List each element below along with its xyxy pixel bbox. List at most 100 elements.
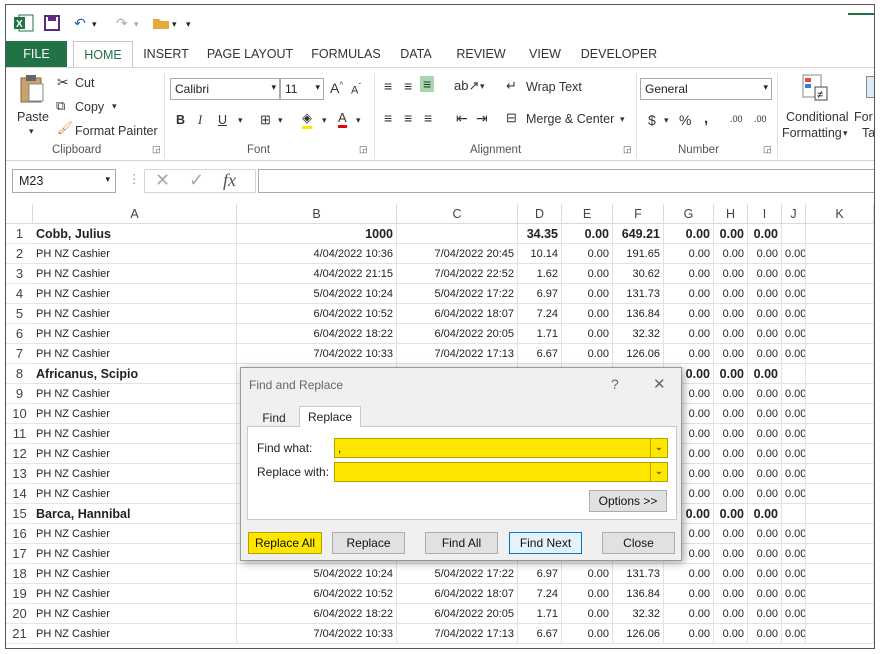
underline-dropdown-icon[interactable]: ▾ — [238, 115, 243, 126]
name-box[interactable]: M23 ▾ — [12, 169, 116, 193]
cell[interactable]: 6/04/2022 20:05 — [397, 604, 518, 624]
cell[interactable]: 0.00 — [714, 244, 748, 264]
cell[interactable]: PH NZ Cashier — [33, 264, 237, 284]
cell[interactable]: 0.00 — [748, 224, 782, 244]
cancel-icon[interactable]: ✕ — [155, 170, 170, 191]
font-color-icon[interactable]: A — [338, 110, 347, 128]
tab-formulas[interactable]: FORMULAS — [309, 41, 383, 67]
cell[interactable]: PH NZ Cashier — [33, 304, 237, 324]
cell[interactable]: 0.00 — [748, 484, 782, 504]
cell[interactable] — [397, 224, 518, 244]
options-button[interactable]: Options >> — [589, 490, 667, 512]
undo-icon[interactable]: ↶ — [74, 15, 86, 32]
cell[interactable]: 0.00 — [664, 224, 714, 244]
wrap-text-button[interactable]: Wrap Text — [526, 80, 582, 94]
close-button[interactable]: Close — [602, 532, 675, 554]
cell[interactable]: 0.00 — [782, 584, 806, 604]
row-header[interactable]: 16 — [6, 524, 33, 544]
cell[interactable] — [806, 504, 874, 524]
cell[interactable]: 0.00 — [714, 324, 748, 344]
row-header[interactable]: 10 — [6, 404, 33, 424]
cell[interactable] — [806, 404, 874, 424]
insert-function-icon[interactable]: fx — [223, 170, 236, 191]
cell[interactable]: 6.67 — [518, 344, 562, 364]
row-header[interactable]: 12 — [6, 444, 33, 464]
cell[interactable] — [806, 484, 874, 504]
paste-icon[interactable] — [18, 74, 46, 104]
cell[interactable]: 0.00 — [748, 504, 782, 524]
replace-all-button[interactable]: Replace All — [248, 532, 322, 554]
help-icon[interactable]: ? — [611, 376, 619, 392]
cell[interactable]: 0.00 — [782, 344, 806, 364]
dialog-launcher-icon[interactable]: ◲ — [359, 144, 368, 155]
cell[interactable]: 0.00 — [782, 244, 806, 264]
column-header[interactable]: G — [664, 204, 714, 224]
cell[interactable]: 0.00 — [748, 304, 782, 324]
cell[interactable] — [806, 544, 874, 564]
format-as-table-label-2[interactable]: Ta — [862, 126, 874, 140]
cell[interactable]: 7/04/2022 10:33 — [237, 624, 397, 644]
cell[interactable]: 0.00 — [748, 284, 782, 304]
tab-find[interactable]: Find — [251, 410, 297, 427]
cell[interactable]: 0.00 — [714, 464, 748, 484]
orientation-icon[interactable]: ab↗ — [454, 78, 479, 94]
column-header[interactable]: H — [714, 204, 748, 224]
cell[interactable]: 34.35 — [518, 224, 562, 244]
cell[interactable]: 0.00 — [664, 584, 714, 604]
bold-button[interactable]: B — [176, 113, 185, 127]
cell[interactable]: PH NZ Cashier — [33, 244, 237, 264]
cell[interactable]: 6/04/2022 10:52 — [237, 584, 397, 604]
cell[interactable]: 0.00 — [714, 604, 748, 624]
currency-button[interactable]: $ — [648, 112, 656, 128]
cell[interactable]: 0.00 — [714, 504, 748, 524]
row-header[interactable]: 4 — [6, 284, 33, 304]
cell[interactable]: 5/04/2022 17:22 — [397, 564, 518, 584]
replace-button[interactable]: Replace — [332, 532, 405, 554]
cell[interactable]: 0.00 — [782, 444, 806, 464]
folder-dropdown-icon[interactable]: ▾ — [172, 19, 177, 30]
cell[interactable]: 7/04/2022 10:33 — [237, 344, 397, 364]
formula-input[interactable] — [258, 169, 874, 193]
open-folder-icon[interactable] — [152, 16, 170, 30]
row-header[interactable]: 20 — [6, 604, 33, 624]
cell[interactable]: 0.00 — [748, 564, 782, 584]
align-top-icon[interactable]: ≡ — [384, 78, 392, 94]
cell[interactable]: 0.00 — [782, 424, 806, 444]
cell[interactable]: PH NZ Cashier — [33, 444, 237, 464]
tab-review[interactable]: REVIEW — [454, 41, 508, 67]
tab-replace[interactable]: Replace — [299, 406, 361, 427]
merge-dropdown-icon[interactable]: ▾ — [620, 114, 625, 125]
cell[interactable]: 0.00 — [562, 604, 613, 624]
column-header[interactable]: C — [397, 204, 518, 224]
cell[interactable] — [806, 224, 874, 244]
row-header[interactable]: 3 — [6, 264, 33, 284]
cell[interactable]: 7.24 — [518, 304, 562, 324]
cell[interactable]: PH NZ Cashier — [33, 544, 237, 564]
cell[interactable] — [806, 464, 874, 484]
cell[interactable]: 6/04/2022 18:22 — [237, 324, 397, 344]
grow-font-icon[interactable]: A^ — [330, 80, 343, 96]
cell[interactable]: PH NZ Cashier — [33, 344, 237, 364]
cell[interactable]: 0.00 — [664, 264, 714, 284]
cell[interactable]: 0.00 — [782, 564, 806, 584]
paste-label[interactable]: Paste — [17, 110, 49, 124]
cell[interactable]: 0.00 — [782, 404, 806, 424]
conditional-formatting-label-2[interactable]: Formatting — [782, 126, 842, 140]
cell[interactable]: 6/04/2022 10:52 — [237, 304, 397, 324]
find-all-button[interactable]: Find All — [425, 532, 498, 554]
cell[interactable]: 0.00 — [714, 544, 748, 564]
cell[interactable] — [782, 224, 806, 244]
cell[interactable]: 6/04/2022 18:07 — [397, 584, 518, 604]
percent-button[interactable]: % — [679, 112, 691, 128]
cell[interactable] — [806, 384, 874, 404]
save-icon[interactable] — [44, 15, 60, 31]
cell[interactable] — [806, 584, 874, 604]
tab-insert[interactable]: INSERT — [139, 41, 193, 67]
column-header[interactable]: I — [748, 204, 782, 224]
copy-button[interactable]: Copy — [75, 100, 104, 114]
tab-home[interactable]: HOME — [73, 41, 133, 67]
tab-page-layout[interactable]: PAGE LAYOUT — [206, 41, 294, 67]
font-color-dropdown-icon[interactable]: ▾ — [356, 115, 361, 126]
cell[interactable]: 0.00 — [714, 284, 748, 304]
cell[interactable] — [806, 604, 874, 624]
